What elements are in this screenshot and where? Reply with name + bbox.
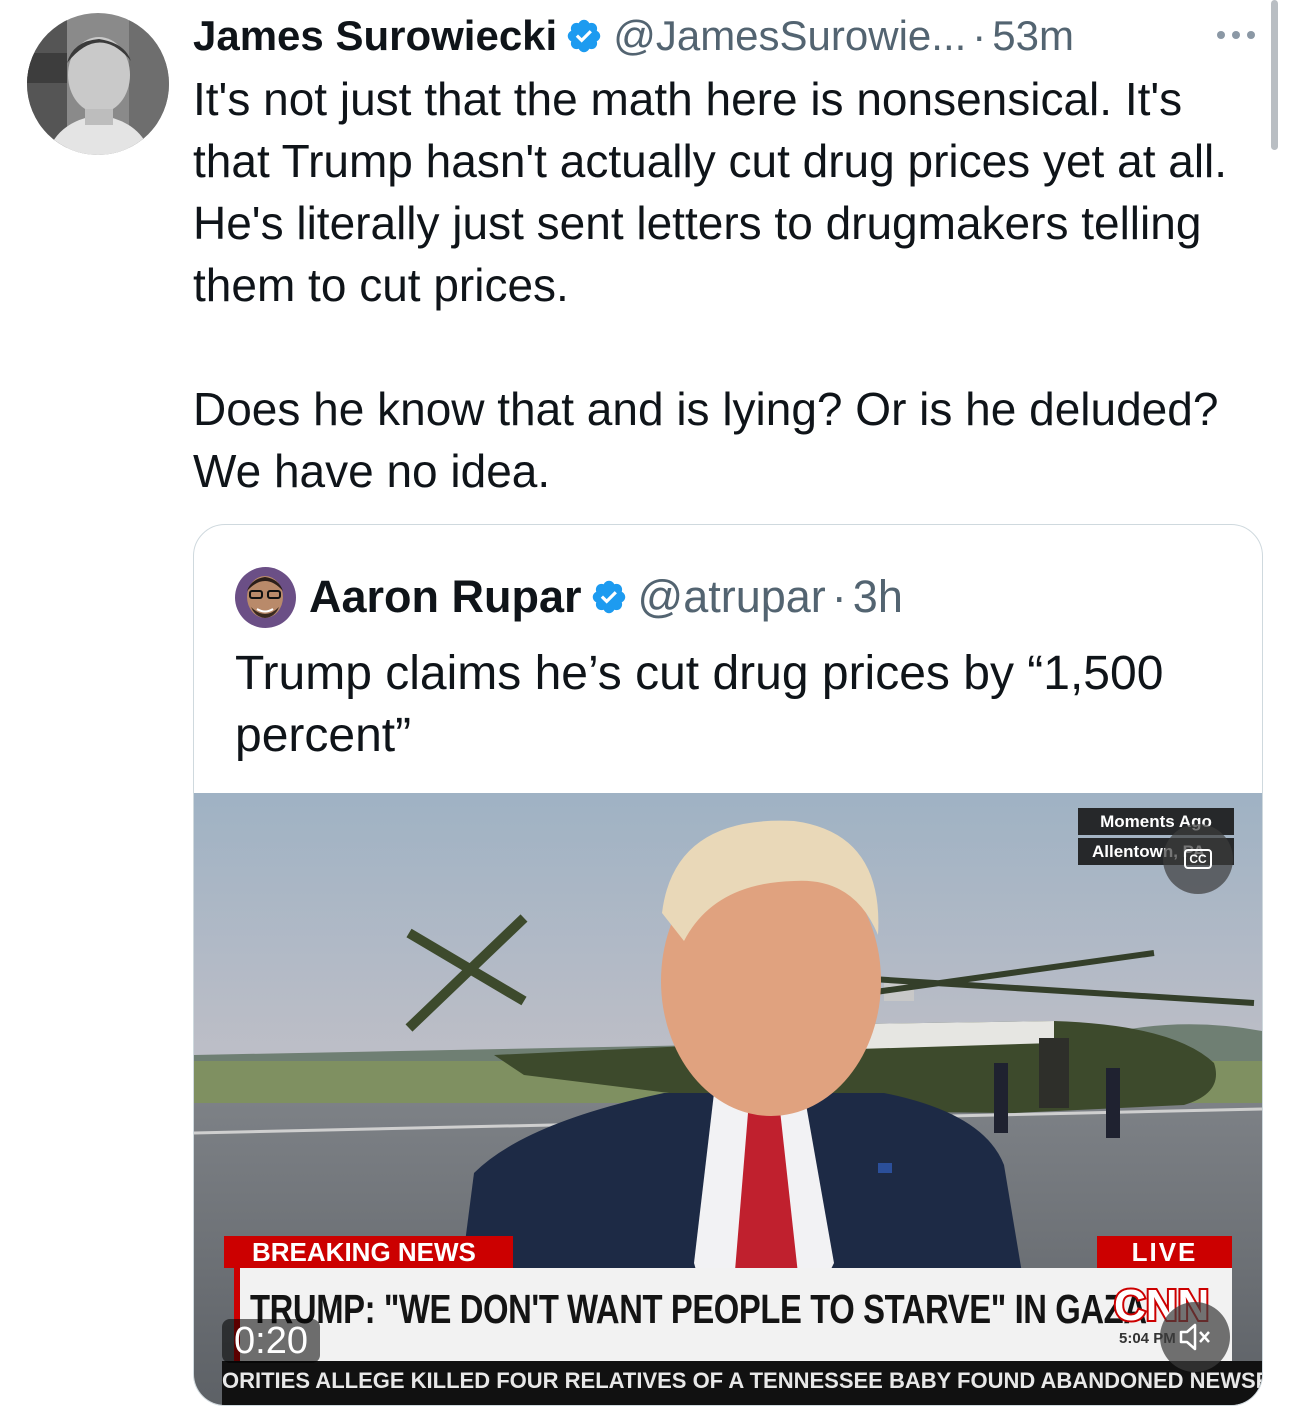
- quoted-author-handle[interactable]: @atrupar: [638, 571, 826, 623]
- author-avatar[interactable]: [27, 13, 169, 155]
- captions-button[interactable]: CC: [1163, 824, 1233, 894]
- author-name[interactable]: James Surowiecki: [193, 12, 557, 60]
- scrollbar[interactable]: [1271, 0, 1278, 150]
- tweet-text: It's not just that the math here is nons…: [193, 73, 1228, 497]
- quoted-tweet-timestamp[interactable]: 3h: [853, 571, 903, 623]
- quoted-tweet-text: Trump claims he’s cut drug prices by “1,…: [235, 647, 1164, 762]
- video-duration: 0:20: [222, 1319, 320, 1363]
- meta-separator: ·: [831, 571, 847, 622]
- verified-badge-icon: [567, 19, 601, 53]
- news-ticker: ORITIES ALLEGE KILLED FOUR RELATIVES OF …: [222, 1361, 1262, 1405]
- quoted-tweet-header: Aaron Rupar @atrupar · 3h: [309, 569, 903, 625]
- quoted-author-name[interactable]: Aaron Rupar: [309, 571, 582, 623]
- tweet-timestamp[interactable]: 53m: [992, 12, 1074, 60]
- mute-button[interactable]: [1160, 1302, 1230, 1372]
- quoted-author-avatar[interactable]: [235, 567, 296, 628]
- meta-separator: ·: [972, 12, 987, 59]
- muted-speaker-icon: [1179, 1323, 1210, 1351]
- captions-icon: CC: [1184, 849, 1212, 869]
- tweet-header: James Surowiecki @JamesSurowie... · 53m: [193, 10, 1074, 62]
- breaking-news-label: BREAKING NEWS: [224, 1236, 513, 1268]
- author-handle[interactable]: @JamesSurowie...: [613, 12, 966, 60]
- quoted-tweet-card[interactable]: Aaron Rupar @atrupar · 3h Trump claims h…: [193, 524, 1263, 1406]
- more-options-icon[interactable]: [1212, 20, 1260, 50]
- news-headline: TRUMP: "WE DON'T WANT PEOPLE TO STARVE" …: [250, 1286, 1147, 1332]
- verified-badge-icon: [592, 580, 625, 614]
- video-player[interactable]: Moments Ago Allentown, PA CC BREAKING NE…: [194, 793, 1262, 1405]
- live-label: LIVE: [1097, 1236, 1232, 1268]
